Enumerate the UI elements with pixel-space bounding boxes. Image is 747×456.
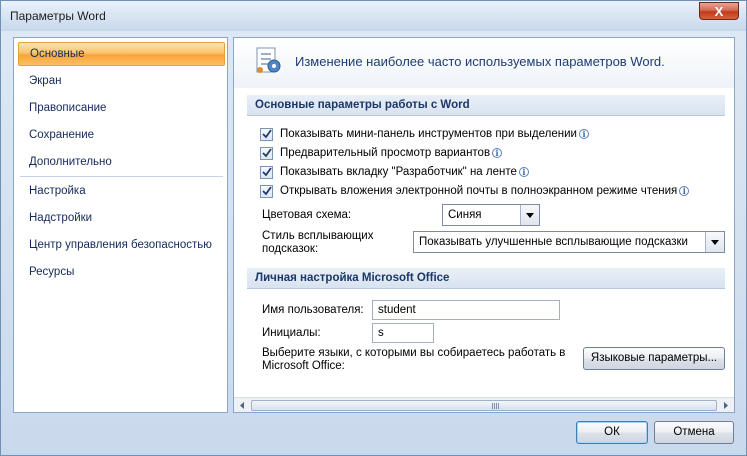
sidebar-item-label: Центр управления безопасностью [29,239,212,251]
languages-text-line2: Microsoft Office: [262,360,345,372]
tooltip-style-select[interactable]: Показывать улучшенные всплывающие подска… [413,231,725,253]
fullscreen-reading-checkbox[interactable] [260,184,273,198]
sidebar-item-display[interactable]: Экран [18,69,225,93]
sidebar-item-customize[interactable]: Настройка [18,179,225,203]
sidebar-item-label: Ресурсы [29,266,75,278]
mini-toolbar-label: Показывать мини-панель инструментов при … [280,128,577,140]
sidebar-item-label: Сохранение [29,129,95,141]
check-icon [261,148,272,158]
initials-label: Инициалы: [262,327,321,339]
language-settings-label: Языковые параметры... [590,352,718,364]
chevron-down-icon[interactable] [520,205,539,225]
check-icon [261,186,272,196]
tooltip-style-value: Показывать улучшенные всплывающие подска… [419,236,688,248]
username-value: student [378,304,416,316]
info-icon: i [492,148,503,158]
grip-icon [492,403,500,409]
sidebar-item-label: Надстройки [29,212,93,224]
cancel-button[interactable]: Отмена [654,421,734,444]
cancel-label: Отмена [673,426,715,438]
content-header: Изменение наиболее часто используемых па… [234,38,734,88]
section-personal-title: Личная настройка Microsoft Office [247,268,725,289]
checkbox-row-mini-toolbar[interactable]: Показывать мини-панель инструментов при … [260,125,589,143]
sidebar-item-trust-center[interactable]: Центр управления безопасностью [18,233,225,257]
fullscreen-reading-label: Открывать вложения электронной почты в п… [280,185,678,197]
tooltip-style-label-line1: Стиль всплывающих [262,230,374,242]
title-bar[interactable]: Параметры Word X [1,1,746,31]
info-icon: i [578,129,589,139]
close-button[interactable]: X [699,2,739,20]
ok-label: ОК [604,426,620,438]
sidebar-item-save[interactable]: Сохранение [18,123,225,147]
sidebar-item-proofing[interactable]: Правописание [18,96,225,120]
chevron-down-icon[interactable] [705,232,724,252]
developer-tab-checkbox[interactable] [260,165,273,179]
sidebar-item-label: Экран [29,75,62,87]
checkbox-row-live-preview[interactable]: Предварительный просмотр вариантов i [260,144,503,162]
color-scheme-label: Цветовая схема: [262,209,352,221]
options-content: Изменение наиболее часто используемых па… [233,37,735,413]
scroll-right-icon[interactable] [721,401,730,410]
check-icon [261,129,272,139]
checkbox-row-developer-tab[interactable]: Показывать вкладку "Разработчик" на лент… [260,163,529,181]
live-preview-checkbox[interactable] [260,146,273,160]
window-title: Параметры Word [10,9,106,23]
mini-toolbar-checkbox[interactable] [260,127,273,141]
sidebar-item-label: Основные [30,48,85,60]
close-icon: X [714,3,724,19]
tooltip-style-label-line2: подсказок: [262,243,319,255]
sidebar-item-label: Настройка [29,185,86,197]
language-settings-button[interactable]: Языковые параметры... [583,347,725,370]
sidebar-item-label: Дополнительно [29,156,112,168]
username-input[interactable]: student [372,300,560,320]
sidebar-item-basic[interactable]: Основные [18,42,225,66]
info-icon: i [518,167,529,177]
username-label: Имя пользователя: [262,304,364,316]
sidebar-item-label: Правописание [29,102,107,114]
sidebar-item-resources[interactable]: Ресурсы [18,260,225,284]
color-scheme-select[interactable]: Синяя [442,204,540,226]
sidebar-divider [20,176,223,177]
sidebar-item-advanced[interactable]: Дополнительно [18,150,225,174]
initials-value: s [378,327,384,339]
options-dialog: Параметры Word X Основные Экран Правопис… [0,0,747,456]
section-basic-title: Основные параметры работы с Word [247,95,725,116]
ok-button[interactable]: ОК [576,421,648,444]
scrollbar-thumb[interactable] [251,400,717,411]
initials-input[interactable]: s [372,323,434,343]
color-scheme-value: Синяя [448,209,482,221]
check-icon [261,167,272,177]
info-icon: i [679,186,690,196]
checkbox-row-fullscreen-reading[interactable]: Открывать вложения электронной почты в п… [260,182,690,200]
horizontal-scrollbar[interactable] [234,397,734,412]
languages-text-line1: Выберите языки, с которыми вы собираетес… [262,347,566,359]
developer-tab-label: Показывать вкладку "Разработчик" на лент… [280,166,517,178]
sidebar-item-addins[interactable]: Надстройки [18,206,225,230]
scroll-left-icon[interactable] [238,401,247,410]
options-icon [256,47,281,73]
live-preview-label: Предварительный просмотр вариантов [280,147,491,159]
category-sidebar: Основные Экран Правописание Сохранение Д… [13,37,228,413]
header-text: Изменение наиболее часто используемых па… [295,54,665,69]
